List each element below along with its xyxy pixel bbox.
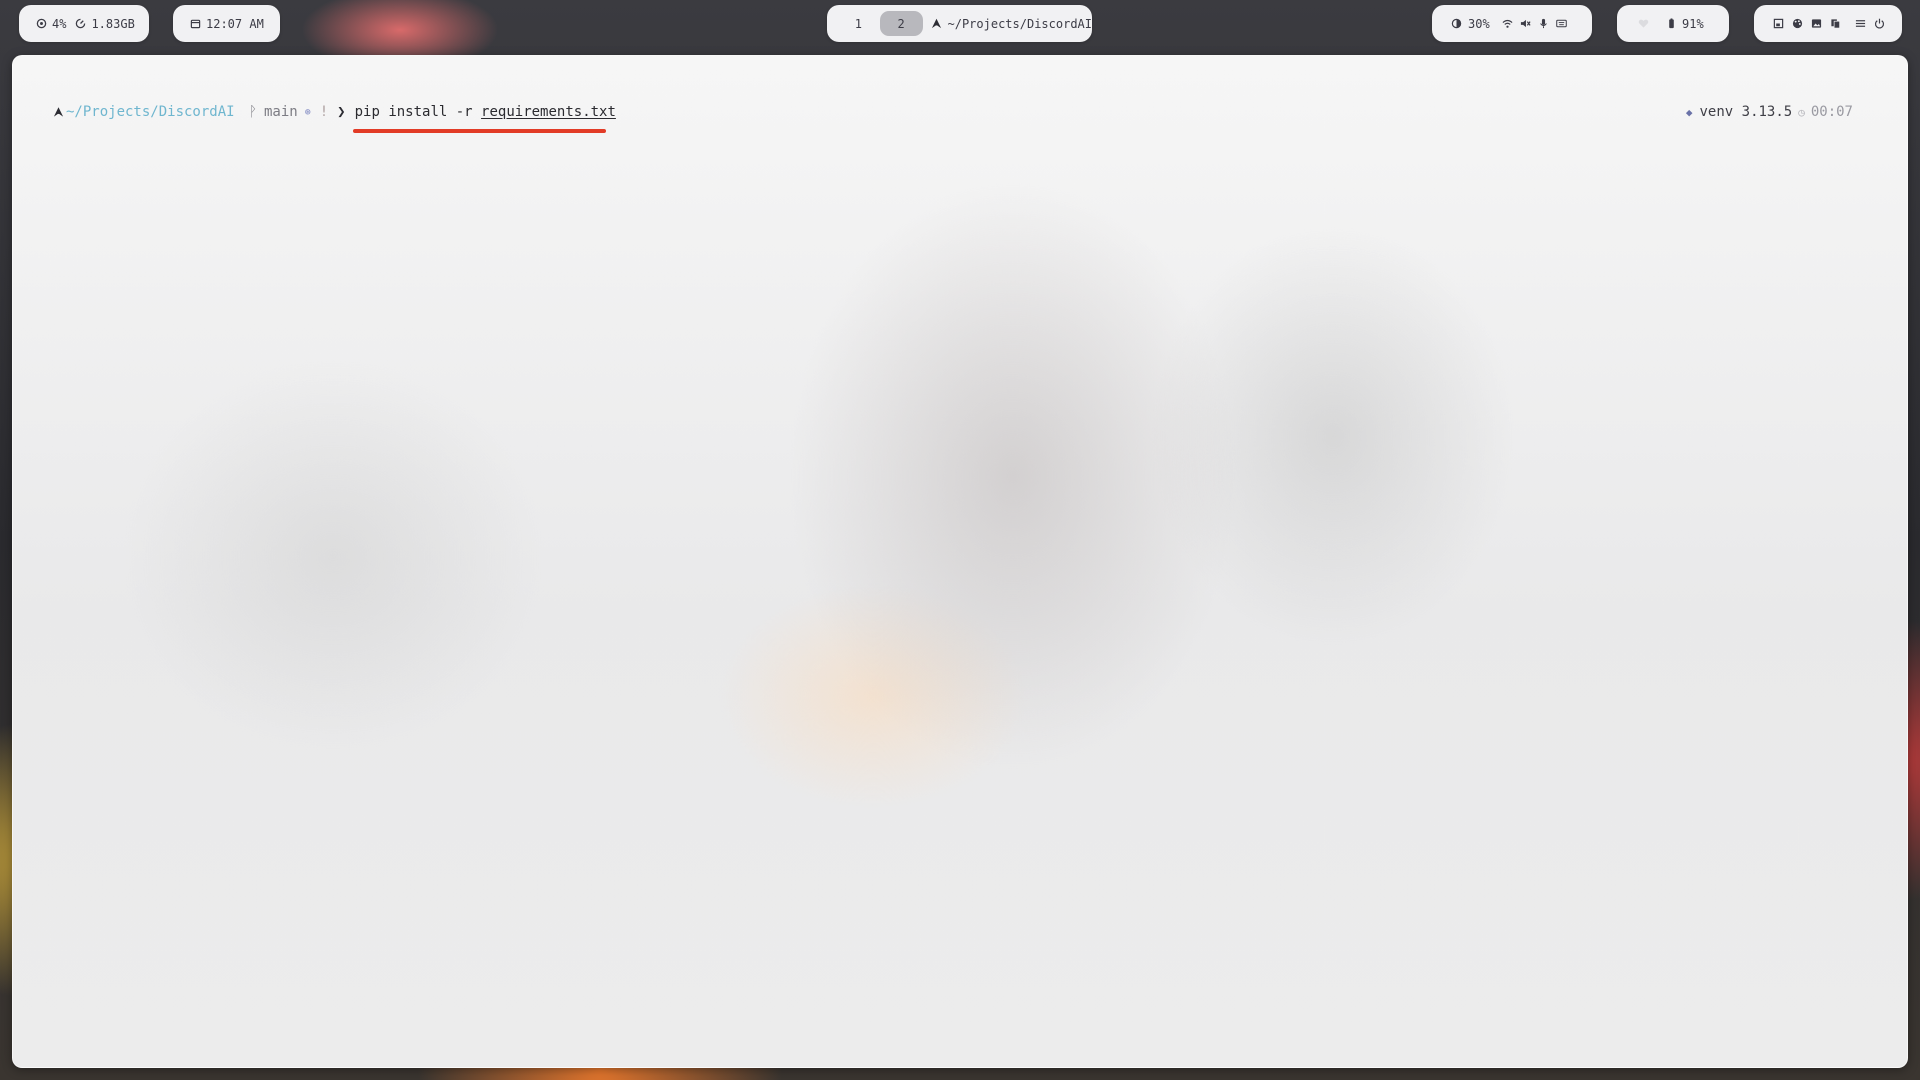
screenshot-icon[interactable]	[1772, 18, 1784, 30]
python-venv: venv 3.13.5	[1699, 104, 1793, 120]
prompt-cwd: ~/Projects/DiscordAI	[66, 104, 235, 120]
workspace-2-button[interactable]: 2	[879, 11, 923, 36]
memory-icon	[74, 18, 86, 30]
brightness-level: 30%	[1468, 16, 1490, 31]
workspace-1-button[interactable]: 1	[837, 11, 880, 36]
cpu-usage: 4%	[52, 16, 67, 31]
system-stats-widget[interactable]: 4% 1.83GB	[19, 5, 149, 42]
command-text[interactable]: pip install -r	[355, 104, 481, 120]
clipboard-icon[interactable]	[1829, 18, 1841, 30]
duration-clock-icon: ◷	[1798, 105, 1805, 119]
quick-actions	[1754, 5, 1902, 42]
system-tray: 30%	[1432, 5, 1592, 42]
cpu-icon	[35, 18, 47, 30]
volume-muted-icon[interactable]	[1520, 18, 1532, 30]
command-highlight-underline	[353, 129, 606, 133]
heart-icon	[1637, 18, 1649, 30]
prompt-git-branch: main	[263, 104, 298, 120]
calendar-icon	[189, 18, 201, 30]
active-window-title[interactable]: ~/Projects/DiscordAI	[931, 16, 1093, 31]
microphone-icon[interactable]	[1538, 18, 1550, 30]
brightness-icon[interactable]	[1450, 18, 1462, 30]
memory-usage: 1.83GB	[91, 16, 135, 31]
active-window-path: ~/Projects/DiscordAI	[947, 16, 1093, 31]
prompt-git-dirty: !	[319, 104, 329, 120]
right-prompt: ◆ venv 3.13.5 ◷ 00:07	[1686, 104, 1853, 120]
color-palette-icon[interactable]	[1791, 18, 1803, 30]
shell-prompt: ~/Projects/DiscordAI ᚹ main ⊛ ! ❯ pip in…	[53, 104, 616, 120]
menu-icon[interactable]	[1854, 18, 1866, 30]
workspace-switcher: 1 2 ~/Projects/DiscordAI	[827, 5, 1092, 42]
keyboard-icon[interactable]	[1556, 18, 1568, 30]
python-icon: ◆	[1685, 105, 1693, 119]
arch-logo-icon	[53, 107, 64, 117]
power-icon[interactable]	[1873, 18, 1885, 30]
battery-widget[interactable]: 91%	[1617, 5, 1729, 42]
command-argument-file[interactable]: requirements.txt	[481, 104, 616, 120]
wallpaper-icon[interactable]	[1810, 18, 1822, 30]
prompt-chevron-icon: ❯	[337, 104, 346, 120]
command-duration: 00:07	[1810, 104, 1853, 120]
git-status-icon: ⊛	[304, 106, 311, 118]
battery-level: 91%	[1682, 16, 1704, 31]
git-branch-icon: ᚹ	[248, 104, 257, 120]
battery-icon	[1665, 18, 1677, 30]
terminal-window[interactable]: ~/Projects/DiscordAI ᚹ main ⊛ ! ❯ pip in…	[12, 55, 1908, 1068]
clock-time: 12:07 AM	[206, 16, 264, 31]
arch-logo-icon	[931, 18, 943, 30]
wifi-icon[interactable]	[1502, 18, 1514, 30]
clock-widget[interactable]: 12:07 AM	[173, 5, 280, 42]
